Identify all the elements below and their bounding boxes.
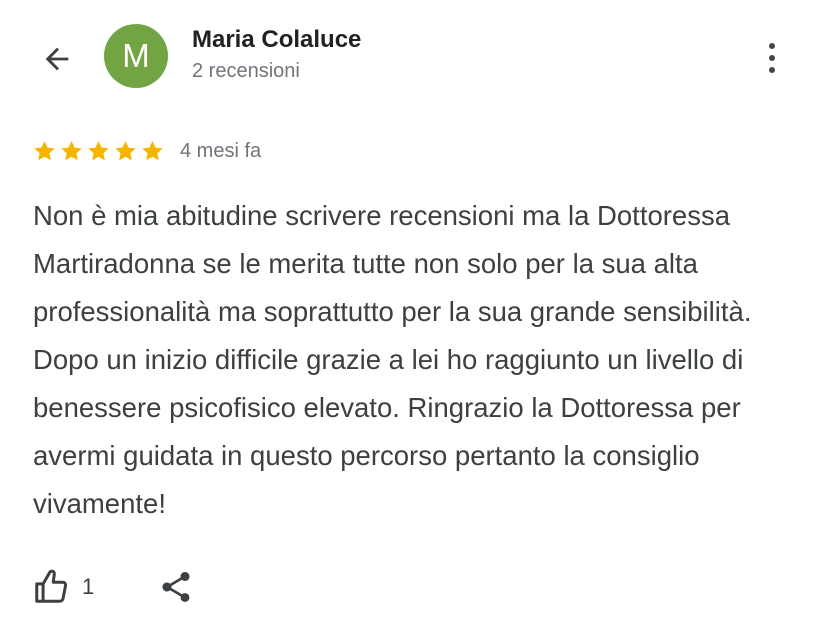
star-icon — [142, 140, 163, 160]
share-button[interactable] — [158, 569, 194, 605]
star-icon — [34, 140, 55, 160]
more-vertical-icon — [769, 43, 775, 49]
star-rating — [32, 139, 165, 164]
back-button[interactable] — [34, 36, 80, 82]
like-count: 1 — [82, 574, 95, 599]
thumb-up-icon — [35, 569, 68, 603]
arrow-left-icon — [45, 47, 69, 71]
like-button[interactable]: 1 — [32, 568, 94, 606]
review-text: Non è mia abitudine scrivere recensioni … — [33, 200, 752, 519]
avatar[interactable]: M — [104, 24, 168, 88]
reviewer-name[interactable]: Maria Colaluce — [192, 26, 361, 54]
reviewer-review-count: 2 recensioni — [192, 60, 300, 82]
star-icon — [61, 140, 82, 160]
star-icon — [88, 140, 109, 160]
share-icon — [162, 572, 190, 602]
review-time: 4 mesi fa — [180, 139, 262, 162]
avatar-initial: M — [122, 37, 150, 74]
star-icon — [115, 140, 136, 160]
more-options-button[interactable] — [752, 36, 792, 80]
review-actions: 1 — [32, 566, 194, 608]
rating-row: 4 mesi fa — [32, 136, 261, 166]
